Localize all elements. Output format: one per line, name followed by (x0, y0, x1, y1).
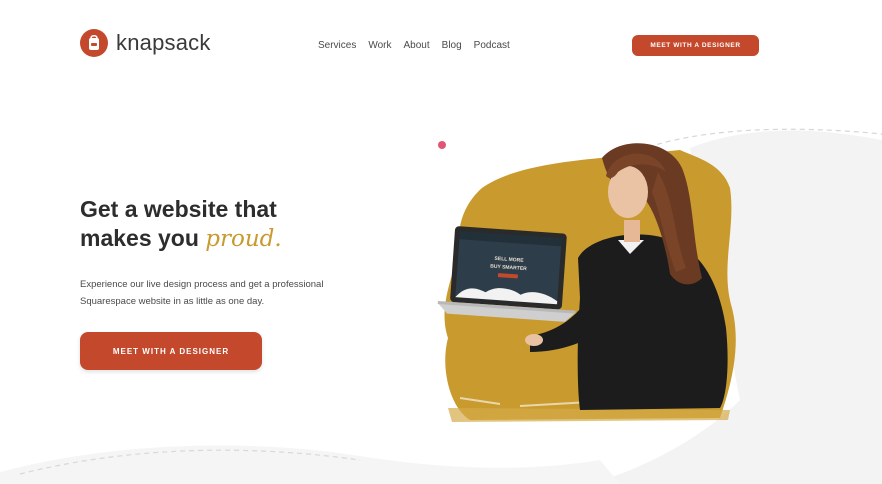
headline-line-1: Get a website that (80, 196, 277, 222)
brand-name: knapsack (116, 30, 211, 55)
hero-meet-designer-button[interactable]: MEET WITH A DESIGNER (80, 332, 262, 370)
nav-item-podcast[interactable]: Podcast (474, 40, 510, 51)
subtext-line-1: Experience our live design process and g… (80, 279, 324, 290)
nav-item-about[interactable]: About (404, 40, 430, 51)
nav-item-work[interactable]: Work (368, 40, 391, 51)
subtext-line-2: Squarespace website in as little as one … (80, 296, 265, 307)
knapsack-logo-icon (80, 29, 108, 57)
brand-logo[interactable]: knapsack (80, 29, 211, 57)
nav-item-services[interactable]: Services (318, 40, 356, 51)
headline-line-2-prefix: makes you (80, 225, 206, 251)
nav-item-blog[interactable]: Blog (442, 40, 462, 51)
headline-accent: proud. (205, 226, 282, 252)
hero-subtext: Experience our live design process and g… (80, 276, 410, 310)
hero-headline: Get a website that makes you proud. (80, 195, 282, 254)
landing-page: knapsack Services Work About Blog Podcas… (0, 0, 882, 484)
main-nav: Services Work About Blog Podcast (318, 40, 510, 51)
header-meet-designer-button[interactable]: MEET WITH A DESIGNER (632, 35, 759, 56)
hero-image: SELL MORE BUY SMARTER (437, 143, 736, 422)
